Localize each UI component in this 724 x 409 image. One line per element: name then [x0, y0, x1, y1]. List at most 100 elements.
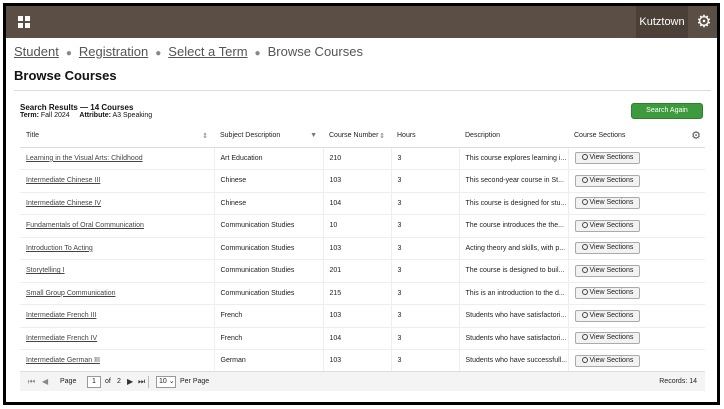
column-header-course-number[interactable]: Course Number ⇕	[323, 125, 391, 148]
results-heading: Search Results — 14 Courses	[20, 103, 133, 112]
sections-cell: View Sections	[568, 169, 705, 193]
hours-cell: 3	[391, 282, 460, 305]
next-page-icon[interactable]: ▶	[127, 377, 133, 386]
sort-icon[interactable]: ⇕	[379, 132, 385, 140]
course-title-link[interactable]: Intermediate Chinese IV	[26, 200, 101, 207]
course-title-cell: Intermediate French III	[20, 304, 215, 328]
view-sections-button[interactable]: View Sections	[574, 332, 641, 345]
view-sections-button[interactable]: View Sections	[574, 264, 641, 277]
subject-cell: Communication Studies	[214, 259, 324, 283]
view-sections-button[interactable]: View Sections	[574, 152, 641, 165]
subject-cell: Communication Studies	[214, 214, 324, 238]
settings-gear-icon[interactable]: ⚙	[694, 10, 714, 34]
course-title-link[interactable]: Storytelling I	[26, 267, 65, 274]
view-sections-button[interactable]: View Sections	[574, 309, 641, 322]
results-criteria: Term: Fall 2024 Attribute: A3 Speaking	[20, 112, 152, 119]
column-header-title[interactable]: Title ⇕	[20, 125, 214, 148]
view-sections-button[interactable]: View Sections	[574, 287, 641, 300]
column-header-subject[interactable]: Subject Description ▼	[214, 125, 323, 148]
subject-cell: French	[214, 304, 324, 328]
of-label: of	[105, 378, 111, 385]
course-title-cell: Intermediate Chinese IV	[20, 192, 215, 215]
sections-cell: View Sections	[568, 282, 705, 305]
hours-cell: 3	[391, 214, 460, 238]
course-title-link[interactable]: Intermediate German III	[26, 357, 100, 364]
breadcrumb-separator: ●	[65, 48, 72, 59]
hours-cell: 3	[391, 349, 460, 373]
column-header-sections: Course Sections ⚙	[568, 125, 705, 148]
breadcrumb-separator: ●	[155, 48, 162, 59]
course-number-cell: 103	[323, 349, 392, 373]
view-sections-button[interactable]: View Sections	[574, 197, 641, 210]
course-number-cell: 104	[323, 192, 392, 215]
course-title-link[interactable]: Small Group Communication	[26, 290, 115, 297]
course-number-cell: 210	[323, 147, 392, 170]
search-again-button[interactable]: Search Again	[631, 103, 703, 119]
description-cell: The course is designed to buil...	[459, 259, 569, 283]
sort-desc-icon[interactable]: ▼	[310, 132, 317, 139]
magnifier-icon	[581, 266, 588, 273]
course-title-cell: Learning in the Visual Arts: Childhood	[20, 147, 215, 170]
course-title-link[interactable]: Fundamentals of Oral Communication	[26, 222, 144, 229]
breadcrumb-select-term[interactable]: Select a Term	[168, 44, 247, 59]
description-cell: Students who have successfull...	[459, 349, 569, 373]
breadcrumb-registration[interactable]: Registration	[79, 44, 148, 59]
table-header-row: Title ⇕ Subject Description ▼ Course Numbe…	[20, 125, 705, 148]
subject-cell: Art Education	[214, 147, 324, 170]
magnifier-icon	[581, 176, 588, 183]
courses-table: Title ⇕ Subject Description ▼ Course Numbe…	[20, 125, 705, 373]
results-title: Search Results	[20, 103, 78, 112]
table-row: Storytelling I Communication Studies 201 3 T…	[20, 259, 705, 283]
hours-cell: 3	[391, 147, 460, 170]
course-title-cell: Intermediate French IV	[20, 327, 215, 350]
breadcrumb: Student ● Registration ● Select a Term ● Brows…	[14, 44, 363, 62]
course-title-cell: Introduction To Acting	[20, 237, 215, 260]
course-title-link[interactable]: Introduction To Acting	[26, 245, 93, 252]
course-title-link[interactable]: Intermediate Chinese III	[26, 177, 100, 184]
page-number-input[interactable]: 1	[87, 376, 101, 388]
magnifier-icon	[581, 221, 588, 228]
magnifier-icon	[581, 289, 588, 296]
view-sections-button[interactable]: View Sections	[574, 174, 641, 187]
sections-cell: View Sections	[568, 259, 705, 283]
first-page-icon[interactable]: ⏮	[28, 377, 35, 387]
hours-cell: 3	[391, 169, 460, 193]
column-header-description[interactable]: Description	[459, 125, 568, 148]
course-number-cell: 103	[323, 169, 392, 193]
magnifier-icon	[581, 244, 588, 251]
subject-cell: German	[214, 349, 324, 373]
per-page-label: Per Page	[180, 378, 210, 385]
page-size-select[interactable]: 10 ⌄	[156, 376, 176, 388]
apps-grid-icon[interactable]	[18, 16, 30, 28]
sections-cell: View Sections	[568, 349, 705, 373]
sections-cell: View Sections	[568, 214, 705, 238]
breadcrumb-student[interactable]: Student	[14, 44, 59, 59]
view-sections-button[interactable]: View Sections	[574, 354, 641, 367]
course-title-link[interactable]: Learning in the Visual Arts: Childhood	[26, 155, 143, 162]
pagination-bar: ⏮ ◀ Page 1 of 2 ▶ ⏭ 10 ⌄ Per Page Record…	[20, 371, 705, 391]
sections-cell: View Sections	[568, 327, 705, 350]
course-title-link[interactable]: Intermediate French IV	[26, 335, 97, 342]
sections-cell: View Sections	[568, 237, 705, 260]
hours-cell: 3	[391, 192, 460, 215]
sort-icon[interactable]: ⇕	[202, 132, 208, 140]
course-title-link[interactable]: Intermediate French III	[26, 312, 96, 319]
hours-cell: 3	[391, 237, 460, 260]
subject-cell: Chinese	[214, 169, 324, 193]
course-number-cell: 104	[323, 327, 392, 350]
table-row: Intermediate French III French 103 3 Student…	[20, 304, 705, 328]
view-sections-button[interactable]: View Sections	[574, 219, 641, 232]
sections-cell: View Sections	[568, 304, 705, 328]
course-number-cell: 201	[323, 259, 392, 283]
table-row: Introduction To Acting Communication Stud…	[20, 237, 705, 260]
column-header-hours[interactable]: Hours	[391, 125, 459, 148]
view-sections-button[interactable]: View Sections	[574, 242, 641, 255]
last-page-icon[interactable]: ⏭	[138, 377, 145, 387]
breadcrumb-separator: ●	[254, 48, 261, 59]
course-title-cell: Intermediate Chinese III	[20, 169, 215, 193]
course-number-cell: 103	[323, 304, 392, 328]
magnifier-icon	[581, 334, 588, 341]
grid-settings-gear-icon[interactable]: ⚙	[691, 129, 701, 142]
prev-page-icon[interactable]: ◀	[42, 377, 48, 386]
institution-name[interactable]: Kutztown	[636, 6, 688, 38]
